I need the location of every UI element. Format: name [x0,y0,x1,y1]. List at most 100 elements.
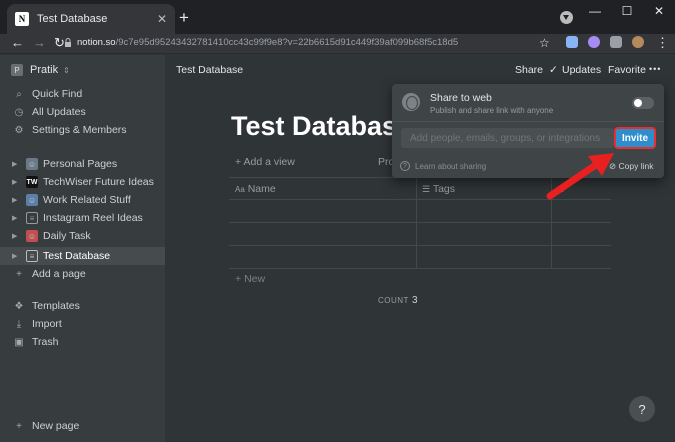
plus-icon: + [16,268,22,280]
table-row[interactable] [229,246,611,268]
window-controls: — ☐ ✕ [579,0,675,24]
sidebar-item-work-related[interactable]: ▶ ☺ Work Related Stuff [0,191,165,209]
back-button[interactable]: ← [11,35,24,51]
sidebar-item-label: Settings & Members [32,124,127,136]
avatar-icon: ☺ [26,194,38,206]
workspace-name: Pratik [30,64,59,76]
help-button[interactable]: ? [629,396,655,422]
page-icon: ≡ [26,212,38,224]
trash-icon: ▣ [14,336,24,348]
plus-icon: + [235,273,242,285]
workspace-switcher[interactable]: P Pratik ⇕ [11,64,70,76]
sidebar-item-trash[interactable]: ▣ Trash [0,333,165,351]
techwiser-logo-icon: TW [26,176,38,188]
new-tab-button[interactable]: + [179,9,189,26]
new-page-button[interactable]: + New page [0,417,165,435]
browser-tab[interactable]: N Test Database ✕ [7,4,175,34]
expand-triangle-icon[interactable]: ▶ [12,232,22,240]
sidebar-item-label: TechWiser Future Ideas [43,176,154,188]
address-bar[interactable]: notion.so/9c7e95d95243432781410cc43c99f9… [77,35,458,51]
tab-search-icon[interactable] [560,11,573,24]
add-view-label: Add a view [243,156,295,168]
page-title[interactable]: Test Database [231,111,393,142]
sidebar-item-instagram-reel[interactable]: ▶ ≡ Instagram Reel Ideas [0,209,165,227]
expand-triangle-icon[interactable]: ▶ [12,252,22,260]
expand-triangle-icon[interactable]: ▶ [12,214,22,222]
copy-link-label: Copy link [618,161,654,171]
url-path: /9c7e95d95243432781410cc43c99f9e8?v=22b6… [115,37,459,48]
bookmark-star-icon[interactable]: ☆ [539,35,550,51]
count-footer[interactable]: COUNT 3 [378,295,418,306]
table-row[interactable] [229,223,611,245]
updates-button[interactable]: Updates [562,64,601,76]
minimize-button[interactable]: — [579,0,611,24]
profile-extension-icon[interactable] [566,36,578,48]
add-page-button[interactable]: + Add a page [0,265,165,283]
globe-icon [402,93,420,111]
share-popup: Share to web Publish and share link with… [392,84,664,178]
sidebar-item-label: Trash [32,336,59,348]
sidebar-item-label: Instagram Reel Ideas [43,212,143,224]
sidebar-item-quick-find[interactable]: ⌕ Quick Find [0,85,165,103]
sidebar-item-techwiser[interactable]: ▶ TW TechWiser Future Ideas [0,173,165,191]
extension-icon[interactable] [588,36,600,48]
maximize-button[interactable]: ☐ [611,0,643,24]
invite-input[interactable] [401,128,614,148]
avatar-icon: ☺ [26,158,38,170]
sidebar-item-test-database[interactable]: ▶ ≡ Test Database [0,247,165,265]
gear-icon: ⚙ [14,124,24,136]
browser-titlebar: N Test Database ✕ + — ☐ ✕ [0,0,675,34]
new-row-button[interactable]: + New [235,273,265,285]
page-icon: ≡ [26,250,38,262]
column-header-label: Name [247,183,276,195]
share-to-web-toggle[interactable] [632,97,654,109]
sidebar-item-label: Import [32,318,62,330]
sidebar-item-personal-pages[interactable]: ▶ ☺ Personal Pages [0,155,165,173]
profile-avatar[interactable] [632,36,644,48]
templates-icon: ❖ [14,300,24,312]
sidebar-item-label: Personal Pages [43,158,118,170]
share-to-web-title: Share to web [430,92,492,104]
learn-about-sharing-link[interactable]: ? Learn about sharing [400,161,486,171]
sidebar-item-templates[interactable]: ❖ Templates [0,297,165,315]
sidebar-item-label: Work Related Stuff [43,194,131,206]
expand-triangle-icon[interactable]: ▶ [12,196,22,204]
sidebar-item-daily-task[interactable]: ▶ ☺ Daily Task [0,227,165,245]
tab-close-icon[interactable]: ✕ [157,12,167,26]
tab-title: Test Database [37,13,108,25]
favorite-button[interactable]: Favorite [608,64,646,76]
close-window-button[interactable]: ✕ [643,0,675,24]
puzzle-extensions-icon[interactable] [610,36,622,48]
count-value: 3 [411,295,419,306]
multi-select-icon: ☰ [422,184,431,194]
chevron-updown-icon: ⇕ [63,65,70,75]
sidebar-item-label: Templates [32,300,80,312]
avatar-icon: ☺ [26,230,38,242]
share-button[interactable]: Share [515,64,543,76]
more-options-icon[interactable]: ••• [649,64,661,74]
sidebar-item-label: Daily Task [43,230,91,242]
add-page-label: Add a page [32,268,86,280]
plus-icon: + [235,156,242,168]
sidebar-item-import[interactable]: ⤓ Import [0,315,165,333]
new-page-label: New page [32,420,80,432]
breadcrumb[interactable]: Test Database [176,64,243,76]
column-header-tags[interactable]: ☰ Tags [422,183,455,195]
divider [392,121,664,122]
column-header-name[interactable]: Aa Name [235,183,276,195]
sidebar-item-label: Test Database [43,250,111,262]
add-view-button[interactable]: + Add a view [235,156,295,168]
lock-icon [65,38,71,47]
browser-menu-icon[interactable]: ⋮ [656,35,669,51]
search-icon: ⌕ [16,88,22,100]
column-header-label: Tags [432,183,455,195]
invite-button[interactable]: Invite [614,127,656,149]
sidebar-item-settings[interactable]: ⚙ Settings & Members [0,121,165,139]
question-icon: ? [400,161,410,171]
sidebar-item-all-updates[interactable]: ◷ All Updates [0,103,165,121]
import-icon: ⤓ [16,318,22,330]
url-host: notion.so [77,37,116,48]
expand-triangle-icon[interactable]: ▶ [12,178,22,186]
forward-button[interactable]: → [33,35,46,51]
expand-triangle-icon[interactable]: ▶ [12,160,22,168]
